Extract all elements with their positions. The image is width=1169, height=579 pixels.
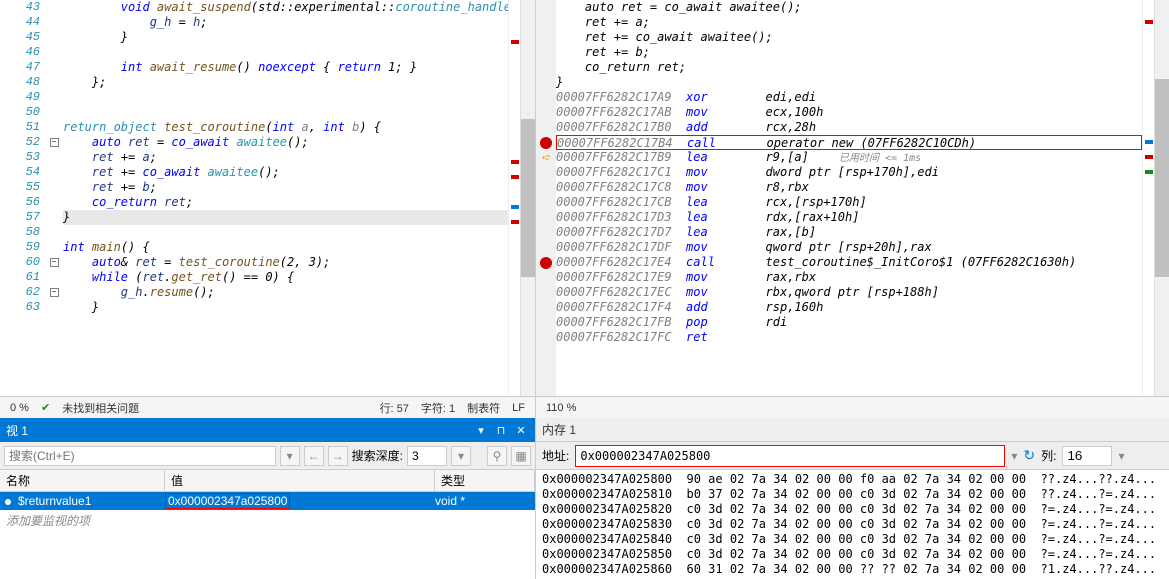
var-type: void * (435, 494, 535, 508)
asm-lines[interactable]: auto ret = co_await awaitee(); ret += a;… (556, 0, 1142, 396)
source-code-area[interactable]: 4344454647484950515253545556575859606162… (0, 0, 535, 396)
line-indicator: 行: 57 (380, 400, 409, 416)
disasm-status-bar: 110 % (536, 396, 1169, 418)
col-name-header[interactable]: 名称 (0, 470, 165, 491)
pin-icon[interactable]: ⊓ (493, 422, 509, 438)
columns-icon[interactable]: ▦ (511, 446, 531, 466)
search-dropdown-icon[interactable]: ▾ (280, 446, 300, 466)
dropdown-icon[interactable]: ▾ (473, 422, 489, 438)
line-number-gutter: 4344454647484950515253545556575859606162… (0, 0, 45, 396)
memory-panel: 内存 1 地址: ▾ ↻ 列: ▾ 0x000002347A025800 90 … (536, 418, 1169, 579)
refresh-icon[interactable]: ↻ (1023, 447, 1035, 464)
char-indicator: 字符: 1 (421, 400, 455, 416)
zoom-level[interactable]: 110 % (546, 402, 576, 414)
depth-select[interactable] (407, 446, 447, 466)
line-ending: LF (512, 402, 525, 414)
watch-title: 视 1 (6, 422, 469, 439)
check-icon: ✔ (41, 401, 50, 414)
breakpoint-gutter[interactable]: ➪ (536, 0, 556, 396)
col-type-header[interactable]: 类型 (435, 470, 535, 491)
marker-strip (1142, 0, 1154, 396)
depth-label: 搜索深度: (352, 447, 403, 464)
indent-mode: 制表符 (467, 400, 500, 416)
vertical-scrollbar[interactable] (520, 0, 535, 396)
source-editor-pane: 4344454647484950515253545556575859606162… (0, 0, 536, 418)
bullet-icon (4, 498, 12, 506)
var-value: 0x000002347a025800 (165, 493, 290, 509)
add-watch-item[interactable]: 添加要监视的项 (0, 510, 535, 531)
no-issues-label: 未找到相关问题 (62, 400, 139, 416)
watch-panel-header[interactable]: 视 1 ▾ ⊓ ✕ (0, 418, 535, 442)
var-name: $returnvalue1 (18, 494, 91, 508)
columns-input[interactable] (1062, 446, 1112, 466)
cols-label: 列: (1041, 447, 1056, 464)
watch-table-header: 名称 值 类型 (0, 470, 535, 492)
search-input[interactable] (4, 446, 276, 466)
prev-button[interactable]: ← (304, 446, 324, 466)
memory-title: 内存 1 (542, 421, 1163, 438)
addr-dropdown-icon[interactable]: ▾ (1011, 449, 1017, 463)
disassembly-area[interactable]: ➪ auto ret = co_await awaitee(); ret += … (536, 0, 1169, 396)
editor-status-bar: 0 % ✔ 未找到相关问题 行: 57 字符: 1 制表符 LF (0, 396, 535, 418)
addr-label: 地址: (542, 447, 569, 464)
vertical-scrollbar[interactable] (1154, 0, 1169, 396)
fold-column[interactable]: −−− (45, 0, 63, 396)
cols-dropdown-icon[interactable]: ▾ (1118, 449, 1124, 463)
col-value-header[interactable]: 值 (165, 470, 435, 491)
code-lines[interactable]: void await_suspend(std::experimental::co… (63, 0, 508, 396)
watch-toolbar: ▾ ← → 搜索深度: ▾ ⚲ ▦ (0, 442, 535, 470)
memory-toolbar: 地址: ▾ ↻ 列: ▾ (536, 442, 1169, 470)
filter-icon[interactable]: ⚲ (487, 446, 507, 466)
next-button[interactable]: → (328, 446, 348, 466)
watch-table-body[interactable]: $returnvalue1 0x000002347a025800 void * … (0, 492, 535, 579)
watch-row[interactable]: $returnvalue1 0x000002347a025800 void * (0, 492, 535, 510)
zoom-level[interactable]: 0 % (10, 402, 29, 414)
memory-hex-view[interactable]: 0x000002347A025800 90 ae 02 7a 34 02 00 … (536, 470, 1169, 579)
address-input[interactable] (575, 445, 1005, 467)
depth-dropdown-icon[interactable]: ▾ (451, 446, 471, 466)
marker-strip (508, 0, 520, 396)
watch-panel: 视 1 ▾ ⊓ ✕ ▾ ← → 搜索深度: ▾ ⚲ ▦ 名称 值 类型 (0, 418, 536, 579)
memory-panel-header[interactable]: 内存 1 (536, 418, 1169, 442)
close-icon[interactable]: ✕ (513, 422, 529, 438)
disassembly-pane: ➪ auto ret = co_await awaitee(); ret += … (536, 0, 1169, 418)
